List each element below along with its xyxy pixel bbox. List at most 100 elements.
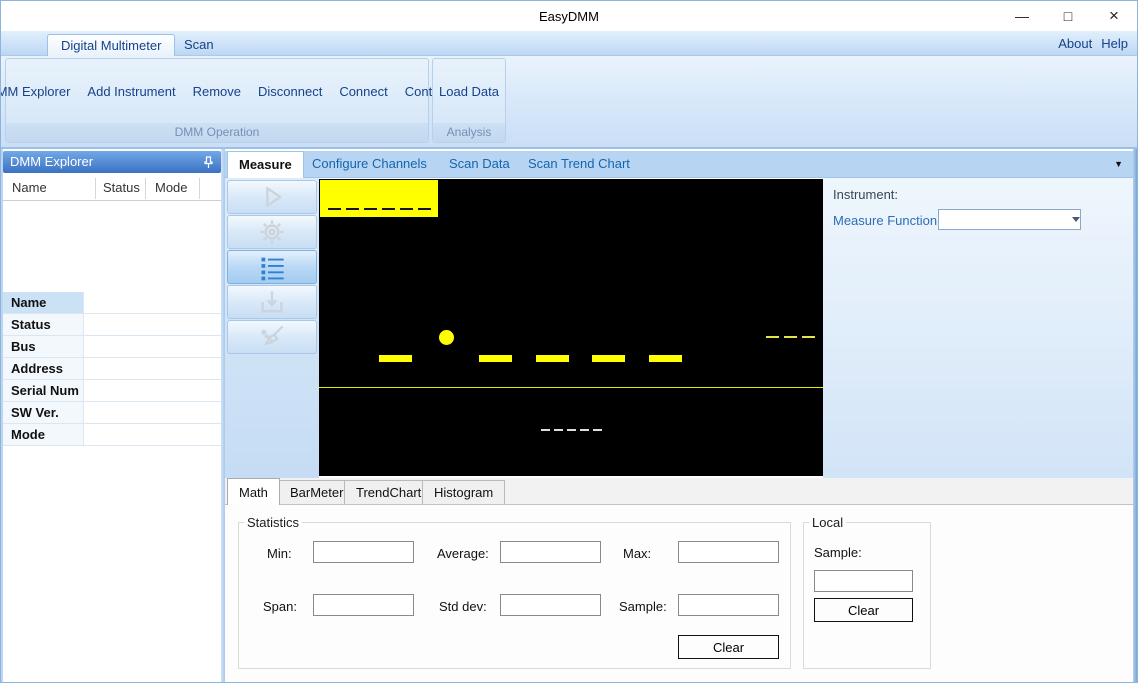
analysis-panel: Math BarMeter TrendChart Histogram Stati…: [225, 478, 1133, 682]
column-mode[interactable]: Mode: [155, 180, 188, 195]
table-row[interactable]: Bus: [3, 336, 221, 358]
instrument-list-header: Name Status Mode: [3, 176, 221, 201]
statistics-clear-button[interactable]: Clear: [678, 635, 779, 659]
table-row[interactable]: SW Ver.: [3, 402, 221, 424]
property-value: [84, 380, 221, 401]
gear-icon: [258, 218, 286, 246]
display-dash: [381, 208, 395, 210]
statistics-groupbox: Statistics Min: Average: Max: Span: Std …: [238, 515, 791, 669]
help-link[interactable]: Help: [1101, 36, 1128, 51]
span-input[interactable]: [313, 594, 414, 616]
instrument-label: Instrument:: [833, 187, 899, 202]
property-label: SW Ver.: [3, 402, 84, 423]
column-separator: [95, 178, 96, 199]
chevron-down-icon[interactable]: ▼: [1114, 159, 1123, 169]
add-instrument-button[interactable]: Add Instrument: [86, 81, 176, 102]
dmm-explorer-panel-header[interactable]: DMM Explorer: [3, 151, 221, 173]
stddev-label: Std dev:: [439, 599, 487, 614]
table-row[interactable]: Mode: [3, 424, 221, 446]
broom-icon: [258, 323, 286, 351]
instrument-properties-table: Name Status Bus Address Serial Num SW Ve…: [3, 292, 221, 446]
property-label: Mode: [3, 424, 84, 445]
dmm-explorer-button[interactable]: DMM Explorer: [1, 81, 71, 102]
display-separator-line: [319, 387, 823, 388]
average-label: Average:: [437, 546, 489, 561]
property-value: [84, 336, 221, 357]
table-row[interactable]: Status: [3, 314, 221, 336]
main-tab-row: Measure Configure Channels Scan Data Sca…: [225, 151, 1133, 178]
property-label: Name: [3, 292, 84, 313]
ribbon: DMM Explorer Add Instrument Remove Disco…: [1, 56, 1137, 147]
statistics-title: Statistics: [247, 515, 300, 530]
tab-math[interactable]: Math: [227, 478, 280, 505]
table-row[interactable]: Address: [3, 358, 221, 380]
display-dash: [379, 355, 412, 362]
measurement-display: [319, 179, 823, 476]
tab-scan-data[interactable]: Scan Data: [438, 151, 521, 178]
tab-digital-multimeter[interactable]: Digital Multimeter: [47, 34, 176, 56]
dmm-operation-group-label: DMM Operation: [6, 123, 428, 142]
tab-configure-channels[interactable]: Configure Channels: [301, 151, 438, 178]
clear-display-button[interactable]: [227, 320, 317, 354]
min-input[interactable]: [313, 541, 414, 563]
dmm-operation-buttons: DMM Explorer Add Instrument Remove Disco…: [1, 59, 447, 123]
window-controls: — □ ×: [999, 1, 1137, 31]
property-label: Status: [3, 314, 84, 335]
tab-scan-trend-chart[interactable]: Scan Trend Chart: [517, 151, 641, 178]
average-input[interactable]: [500, 541, 601, 563]
sample-input[interactable]: [678, 594, 779, 616]
display-dash: [649, 355, 682, 362]
settings-button[interactable]: [227, 215, 317, 249]
table-row[interactable]: Name: [3, 292, 221, 314]
save-data-button[interactable]: [227, 285, 317, 319]
run-button[interactable]: [227, 180, 317, 214]
tab-measure[interactable]: Measure: [227, 151, 304, 178]
local-groupbox: Local Sample: Clear: [803, 515, 931, 669]
display-range-box: [320, 180, 438, 217]
math-tab-content: Statistics Min: Average: Max: Span: Std …: [225, 504, 1133, 682]
property-value: [84, 402, 221, 423]
remove-button[interactable]: Remove: [192, 81, 242, 102]
measure-function-select[interactable]: [938, 209, 1081, 230]
combo-caret-icon[interactable]: [1072, 217, 1080, 222]
stddev-input[interactable]: [500, 594, 601, 616]
display-dash: [536, 355, 569, 362]
close-icon[interactable]: ×: [1091, 1, 1137, 31]
minimize-icon[interactable]: —: [999, 1, 1045, 31]
span-label: Span:: [263, 599, 297, 614]
column-separator: [199, 178, 200, 199]
tab-scan[interactable]: Scan: [171, 34, 227, 56]
column-name[interactable]: Name: [12, 180, 47, 195]
local-clear-button[interactable]: Clear: [814, 598, 913, 622]
about-link[interactable]: About: [1058, 36, 1092, 51]
play-icon: [258, 183, 286, 211]
measure-toolbar: [225, 178, 319, 478]
dmm-explorer-panel: DMM Explorer Name Status Mode Name Statu…: [3, 149, 221, 682]
load-data-button[interactable]: Load Data: [438, 81, 500, 102]
column-status[interactable]: Status: [103, 180, 140, 195]
display-decimal-point: [439, 330, 454, 345]
analysis-group-label: Analysis: [433, 123, 505, 142]
maximize-icon[interactable]: □: [1045, 1, 1091, 31]
display-dash: [593, 429, 602, 431]
tab-histogram[interactable]: Histogram: [422, 480, 506, 505]
display-dash: [541, 429, 550, 431]
pin-icon[interactable]: [203, 156, 214, 169]
tab-trendchart[interactable]: TrendChart: [344, 480, 434, 505]
table-row[interactable]: Serial Num: [3, 380, 221, 402]
disconnect-button[interactable]: Disconnect: [257, 81, 323, 102]
connect-button[interactable]: Connect: [338, 81, 388, 102]
local-sample-input[interactable]: [814, 570, 913, 592]
min-label: Min:: [267, 546, 292, 561]
property-label: Address: [3, 358, 84, 379]
ribbon-tab-row: Digital Multimeter Scan About Help: [1, 31, 1137, 56]
display-dash: [345, 208, 359, 210]
max-input[interactable]: [678, 541, 779, 563]
display-dash: [363, 208, 377, 210]
ribbon-group-dmm-operation: DMM Explorer Add Instrument Remove Disco…: [1, 58, 447, 143]
column-separator: [145, 178, 146, 199]
easydmm-window: EasyDMM — □ × Digital Multimeter Scan Ab…: [0, 0, 1138, 683]
display-dash: [784, 336, 797, 338]
data-list-button[interactable]: [227, 250, 317, 284]
local-title: Local: [812, 515, 844, 530]
